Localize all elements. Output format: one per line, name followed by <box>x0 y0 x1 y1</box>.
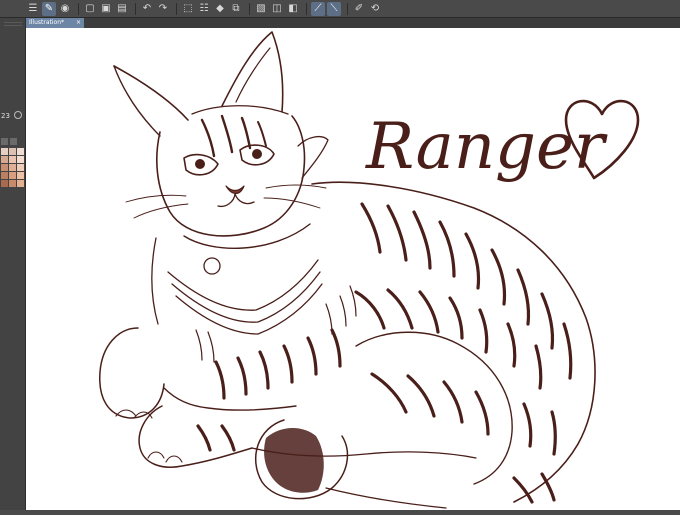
toolbar-separator <box>249 2 250 15</box>
tab-illustration[interactable]: Illustration* × <box>26 18 84 28</box>
color-swatch[interactable] <box>9 164 16 171</box>
color-swatch[interactable] <box>9 180 16 187</box>
forehead-line <box>191 105 289 115</box>
chest-fur <box>195 285 357 363</box>
color-swatch[interactable] <box>1 164 8 171</box>
close-icon[interactable]: × <box>76 18 81 28</box>
bandana-edge <box>171 271 321 323</box>
bandana-tip <box>297 135 329 179</box>
deselect-icon[interactable]: ◫ <box>270 2 284 16</box>
color-swatch[interactable] <box>1 148 8 155</box>
color-swatch[interactable] <box>1 180 8 187</box>
tab-label: Illustration* <box>29 19 65 26</box>
right-whiskers <box>263 184 327 209</box>
crop-icon[interactable]: ▧ <box>254 2 268 16</box>
mouth <box>217 193 255 208</box>
left-ear-inner <box>113 65 161 137</box>
color-swatch[interactable] <box>17 180 24 187</box>
haunch-outline <box>355 331 513 485</box>
rotate-icon[interactable]: ⟲ <box>368 2 382 16</box>
base-line <box>325 487 447 509</box>
clear-icon[interactable]: ☷ <box>197 2 211 16</box>
palette-menu-icon[interactable] <box>1 138 8 145</box>
ranger-lettering: Ranger <box>365 110 608 184</box>
menu-icon[interactable]: ☰ <box>26 2 40 16</box>
invert-icon[interactable]: ◧ <box>286 2 300 16</box>
color-swatch[interactable] <box>17 148 24 155</box>
left-whiskers <box>125 194 189 219</box>
redo-icon[interactable]: ↷ <box>156 2 170 16</box>
right-toes <box>147 451 183 463</box>
color-swatch[interactable] <box>17 164 24 171</box>
color-swatch[interactable] <box>1 172 8 179</box>
head-outline <box>156 115 306 237</box>
brush-size-icon[interactable] <box>14 111 22 119</box>
edit-icon[interactable]: ✐ <box>352 2 366 16</box>
color-swatch[interactable] <box>17 172 24 179</box>
forehead-stripe <box>220 114 234 154</box>
right-ear-inner <box>235 47 271 103</box>
right-pupil <box>252 149 262 159</box>
eye-icon[interactable]: ◉ <box>58 2 72 16</box>
collar-tag <box>203 257 221 275</box>
left-paw <box>99 327 165 419</box>
toolbar-separator <box>78 2 79 15</box>
color-swatch[interactable] <box>17 156 24 163</box>
left-side-panel: 23 <box>0 18 26 515</box>
toolbar-separator <box>176 2 177 15</box>
tail-tip <box>264 428 324 493</box>
drawing-canvas[interactable]: Ranger <box>26 28 680 510</box>
new-file-icon[interactable]: ▢ <box>83 2 97 16</box>
status-bar <box>0 510 680 515</box>
open-folder-icon[interactable]: ▣ <box>99 2 113 16</box>
brush-size-value: 23 <box>1 112 10 120</box>
nose <box>225 185 245 195</box>
app-window: ☰ ✎ ◉ ▢ ▣ ▤ ↶ ↷ ⬚ ☷ ◆ ⧉ ▧ ◫ ◧ ⟋ ⟍ ✐ ⟲ Illustration* × 23 <box>0 0 680 515</box>
body-stripes <box>196 202 573 504</box>
color-set-header <box>1 138 24 146</box>
toolbar-separator <box>347 2 348 15</box>
save-icon[interactable]: ▤ <box>115 2 129 16</box>
color-swatch[interactable] <box>9 172 16 179</box>
undo-icon[interactable]: ↶ <box>140 2 154 16</box>
color-swatch[interactable] <box>9 148 16 155</box>
toolbar-separator <box>135 2 136 15</box>
panel-grip[interactable] <box>4 25 22 26</box>
bandana-edge <box>175 283 323 335</box>
color-swatch[interactable] <box>9 156 16 163</box>
left-pupil <box>195 159 205 169</box>
forehead-stripe <box>200 118 216 158</box>
grid-snap-icon[interactable]: ⟍ <box>327 1 341 16</box>
forehead-stripe <box>240 116 252 150</box>
ruler-snap-icon[interactable]: ⟋ <box>311 1 325 16</box>
command-bar: ☰ ✎ ◉ ▢ ▣ ▤ ↶ ↷ ⬚ ☷ ◆ ⧉ ▧ ◫ ◧ ⟋ ⟍ ✐ ⟲ <box>0 0 680 18</box>
pen-tool-icon[interactable]: ✎ <box>42 1 56 16</box>
transform-icon[interactable]: ⧉ <box>229 2 243 16</box>
color-swatch[interactable] <box>1 156 8 163</box>
collar <box>183 223 311 249</box>
forehead-stripe <box>257 121 267 147</box>
color-swatch-grid <box>1 148 24 187</box>
chest-outline <box>151 237 159 325</box>
sketch-layer: Ranger <box>99 31 640 509</box>
fill-icon[interactable]: ◆ <box>213 2 227 16</box>
selection-icon[interactable]: ⬚ <box>181 2 195 16</box>
toolbar-separator <box>306 2 307 15</box>
palette-add-icon[interactable] <box>10 138 17 145</box>
document-tab-strip: Illustration* × <box>26 18 680 28</box>
left-ear-outline <box>113 65 189 121</box>
left-leg-line <box>163 387 297 411</box>
panel-grip[interactable] <box>4 22 22 23</box>
right-paw <box>138 405 253 468</box>
bandana-edge <box>167 259 319 311</box>
